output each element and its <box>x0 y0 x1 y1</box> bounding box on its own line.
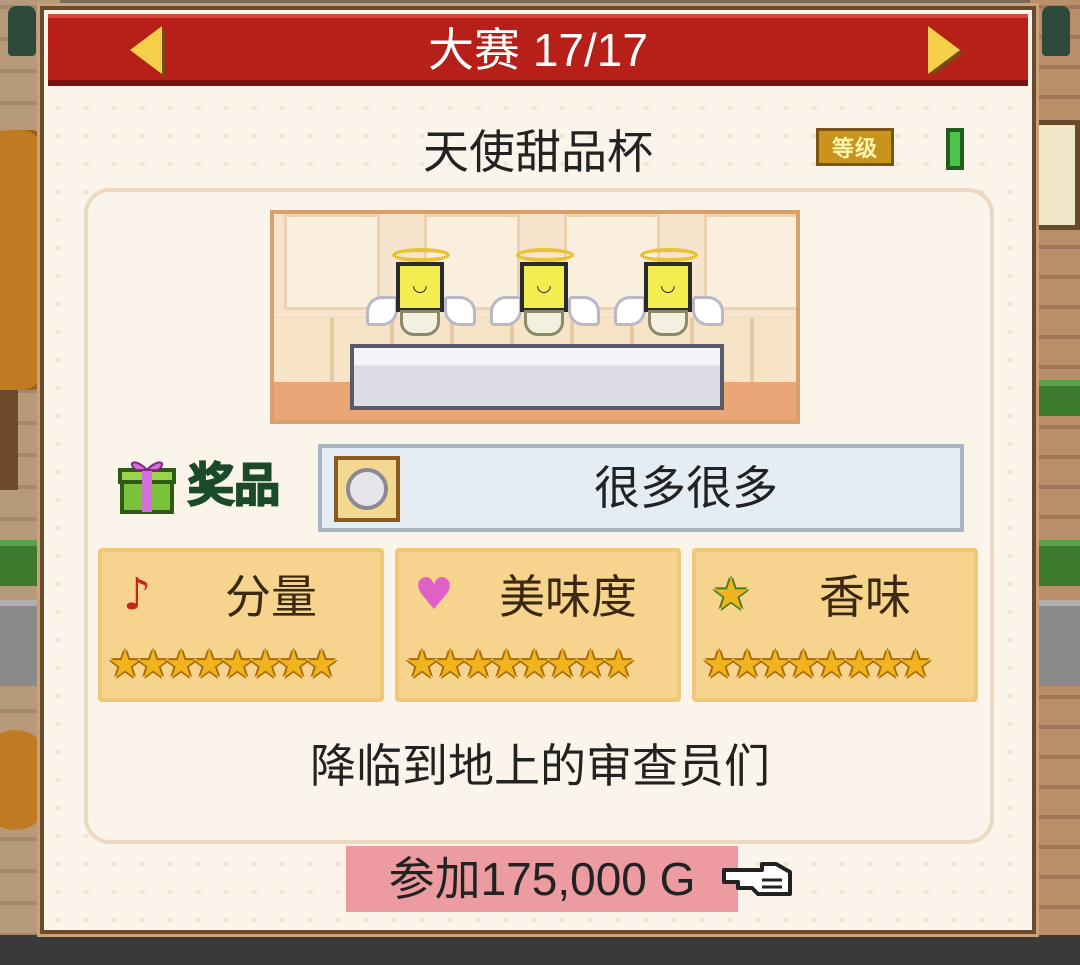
contest-description: 降临到地上的审查员们 <box>310 739 770 793</box>
angel-judge-icon: ◡ <box>614 248 724 348</box>
star-icon: ★ <box>711 569 751 620</box>
judges-scene-image: ◡ ◡ ◡ <box>270 210 800 424</box>
hedge-decoration <box>1032 380 1080 416</box>
level-bar-icon <box>946 128 964 170</box>
contest-header: 大赛 17/17 <box>48 14 1028 86</box>
stat-card-aroma: ★ 香味 ★ ★ ★ ★ ★ ★ ★ ★ <box>692 548 978 702</box>
tree-trunk-decoration <box>0 390 18 490</box>
prize-value: 很多很多 <box>594 461 778 515</box>
stat-label: 美味度 <box>499 570 637 624</box>
join-contest-button[interactable]: 参加175,000 G <box>346 846 738 912</box>
prize-item-frame <box>334 456 400 522</box>
prize-display: 很多很多 <box>318 444 964 532</box>
star-rating: ★ ★ ★ ★ ★ ★ ★ ★ <box>108 638 339 690</box>
angel-judge-icon: ◡ <box>490 248 600 348</box>
planter-decoration <box>1034 600 1080 686</box>
hedge-decoration <box>1032 540 1080 586</box>
rating-star-icon: ★ <box>898 642 933 686</box>
next-contest-arrow-icon[interactable] <box>928 26 960 74</box>
music-note-icon: ♪ <box>122 569 152 620</box>
star-rating: ★ ★ ★ ★ ★ ★ ★ ★ <box>702 638 933 690</box>
bottom-strip <box>0 935 1080 965</box>
star-rating: ★ ★ ★ ★ ★ ★ ★ ★ <box>405 638 636 690</box>
judges-desk <box>350 344 724 410</box>
angel-judge-icon: ◡ <box>366 248 476 348</box>
rating-star-icon: ★ <box>601 642 636 686</box>
prize-label: 奖品 <box>187 457 281 513</box>
pointing-hand-icon <box>722 862 792 896</box>
stat-card-quantity: ♪ 分量 ★ ★ ★ ★ ★ ★ ★ ★ <box>98 548 384 702</box>
street-lamp-icon <box>8 6 36 56</box>
rating-star-icon: ★ <box>304 642 339 686</box>
wall-picture-decoration <box>1030 120 1080 230</box>
level-badge: 等级 <box>816 128 894 166</box>
stat-card-taste: ♥ 美味度 ★ ★ ★ ★ ★ ★ ★ ★ <box>395 548 681 702</box>
contest-counter-title: 大赛 17/17 <box>428 24 648 76</box>
gift-icon <box>118 461 176 514</box>
stat-label: 分量 <box>225 570 317 624</box>
background-right-scenery <box>1030 0 1080 965</box>
silver-coin-icon <box>346 468 388 510</box>
heart-icon: ♥ <box>414 569 454 620</box>
street-lamp-icon <box>1042 6 1070 56</box>
stat-label: 香味 <box>819 570 911 624</box>
